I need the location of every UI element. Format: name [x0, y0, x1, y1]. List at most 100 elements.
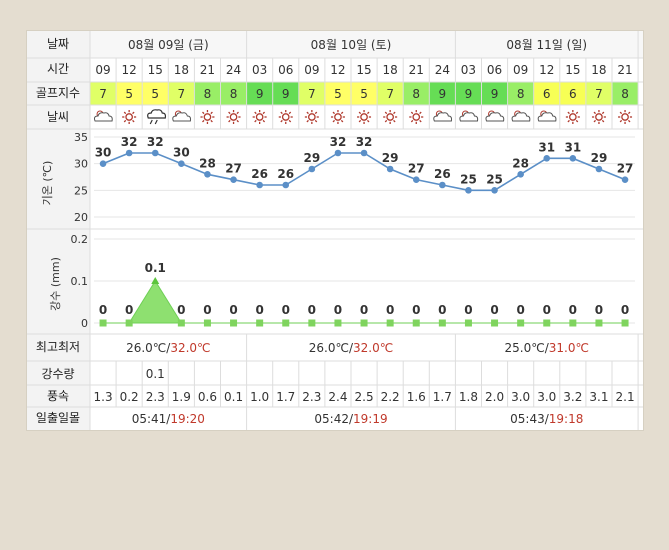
temp-point: [569, 155, 577, 162]
precip-point: [256, 319, 264, 327]
hour-label: 21: [200, 63, 215, 77]
wind-value: 1.7: [433, 390, 452, 404]
golf-index-value: 5: [360, 87, 368, 101]
sun-ray: [575, 111, 579, 115]
sun-ray: [314, 119, 318, 123]
sun-ray: [340, 119, 344, 123]
precip-point: [438, 319, 446, 327]
temp-point: [465, 187, 472, 194]
wind-value: 0.1: [224, 390, 243, 404]
precip-point: [308, 319, 316, 327]
temp-data-label: 29: [303, 151, 320, 165]
precip-data-label: 0: [229, 303, 237, 317]
sun-core: [125, 113, 134, 121]
sun-ray: [280, 111, 283, 115]
precip-data-label: 0: [308, 303, 316, 317]
sun-icon: [591, 110, 606, 124]
sun-icon: [278, 110, 293, 124]
temp-data-label: 28: [199, 156, 216, 170]
sun-ray: [358, 111, 362, 115]
partly-cloudy-icon: [93, 110, 113, 122]
temp-point: [334, 149, 342, 157]
min-max-temp: 26.0℃/32.0℃: [309, 341, 393, 355]
sun-ray: [627, 111, 631, 115]
golf-index-value: 9: [282, 87, 290, 101]
temp-point: [151, 149, 159, 157]
sun-ray: [340, 111, 344, 115]
hour-label: 12: [122, 63, 137, 77]
sun-ray: [202, 119, 205, 123]
precip-data-label: 0: [516, 303, 524, 317]
temp-tick-label: 25: [74, 184, 88, 197]
sun-ray: [358, 119, 362, 123]
wind-value: 2.0: [485, 390, 504, 404]
precip-point: [282, 319, 290, 327]
precip-data-label: 0: [125, 303, 133, 317]
sun-icon: [200, 110, 215, 124]
sun-ray: [567, 111, 570, 115]
sun-ray: [254, 111, 257, 115]
day-header: 08월 11일 (일): [506, 38, 587, 52]
partly-cloudy-icon: [459, 110, 479, 122]
wind-value: 1.6: [407, 390, 426, 404]
precip-data-label: 0: [412, 303, 420, 317]
golf-index-value: 8: [517, 87, 525, 101]
wind-value: 3.1: [589, 390, 608, 404]
wind-value: 2.1: [616, 390, 635, 404]
wind-value: 3.0: [537, 390, 556, 404]
sun-ray: [210, 111, 213, 115]
precip-point: [334, 319, 342, 327]
hour-label: 09: [513, 63, 528, 77]
wind-value: 1.8: [459, 390, 478, 404]
hour-label: 12: [539, 63, 554, 77]
temp-data-label: 27: [617, 162, 634, 176]
temp-point: [308, 165, 316, 173]
temp-data-label: 27: [408, 162, 425, 176]
sun-ray: [262, 111, 266, 115]
min-max-temp: 26.0℃/32.0℃: [126, 341, 210, 355]
hour-label: 15: [148, 63, 163, 77]
sun-core: [307, 113, 316, 121]
precip-tick-label: 0.1: [71, 275, 89, 288]
sun-ray: [593, 119, 597, 123]
sun-ray: [619, 111, 623, 115]
hour-label: 03: [252, 63, 267, 77]
temp-data-label: 32: [330, 135, 347, 149]
precip-point: [621, 319, 629, 327]
partly-cloudy-icon: [485, 110, 505, 122]
temp-tick-label: 20: [74, 211, 88, 224]
golf-index-value: 9: [465, 87, 473, 101]
precip-point: [543, 319, 551, 327]
golf-index-value: 5: [125, 87, 133, 101]
precip-point: [517, 319, 525, 327]
golf-index-value: 5: [334, 87, 342, 101]
precip-data-label: 0: [203, 303, 211, 317]
golf-index-value: 7: [178, 87, 186, 101]
sun-icon: [357, 110, 372, 124]
precip-point: [595, 319, 603, 327]
sun-ray: [228, 119, 231, 123]
temp-point: [543, 155, 551, 162]
precip-point: [203, 319, 211, 327]
sun-ray: [575, 119, 579, 123]
temp-data-label: 26: [251, 167, 268, 181]
temp-data-label: 29: [382, 151, 399, 165]
wind-value: 2.4: [328, 390, 347, 404]
wind-value: 1.9: [172, 390, 191, 404]
hour-label: 18: [174, 63, 189, 77]
precip-axis-title: 강수 (mm): [49, 257, 62, 311]
rain-drop: [154, 119, 158, 125]
temp-point: [99, 160, 107, 167]
wind-value: 2.5: [355, 390, 374, 404]
sun-ray: [410, 119, 414, 123]
row-label-weather: 날씨: [47, 110, 69, 124]
sun-core: [281, 113, 290, 121]
sun-icon: [122, 110, 137, 124]
precip-data-label: 0: [464, 303, 472, 317]
precip-data-label: 0: [490, 303, 498, 317]
golf-index-value: 7: [308, 87, 316, 101]
sun-ray: [332, 119, 336, 123]
precip-data-label: 0: [438, 303, 446, 317]
precip-point: [491, 319, 499, 327]
temp-data-label: 26: [277, 167, 294, 181]
